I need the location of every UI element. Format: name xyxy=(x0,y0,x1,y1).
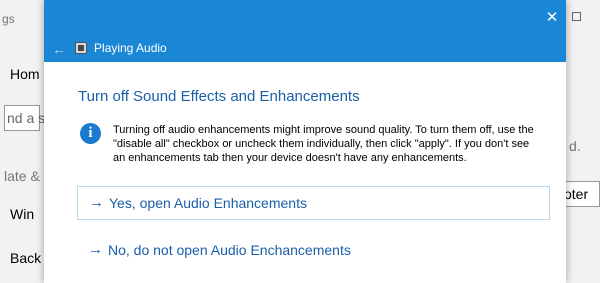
background-content-field-value: oter xyxy=(564,186,589,202)
option-no-do-not-open[interactable]: → No, do not open Audio Enchancements xyxy=(77,234,550,268)
background-nav-pane: gs Hom nd a s late & Win Back xyxy=(0,0,45,283)
option-yes-open-enhancements[interactable]: → Yes, open Audio Enhancements xyxy=(77,186,550,220)
right-arrow-icon: → xyxy=(89,194,104,211)
info-message: Turning off audio enhancements might imp… xyxy=(113,124,534,164)
background-content-pane: d. xyxy=(566,0,600,283)
playing-audio-dialog: ✕ ← Playing Audio Turn off Sound Effects… xyxy=(44,0,566,283)
dialog-heading: Turn off Sound Effects and Enhancements xyxy=(78,88,360,105)
troubleshooter-app-icon xyxy=(75,42,87,54)
nav-item-home[interactable]: Hom xyxy=(10,66,40,82)
option-label: No, do not open Audio Enchancements xyxy=(108,242,351,258)
background-search-placeholder: nd a s xyxy=(7,110,46,126)
info-icon: i xyxy=(80,123,101,144)
option-label: Yes, open Audio Enhancements xyxy=(109,195,307,211)
background-search-input[interactable]: nd a s xyxy=(4,105,45,131)
dialog-title: Playing Audio xyxy=(94,41,167,55)
background-title-fragment: gs xyxy=(2,12,15,26)
right-arrow-icon: → xyxy=(88,241,103,258)
nav-item-windows[interactable]: Win xyxy=(10,206,34,222)
dialog-header-row: ← Playing Audio xyxy=(44,36,566,62)
close-icon[interactable]: ✕ xyxy=(544,10,560,26)
back-arrow-icon[interactable]: ← xyxy=(52,42,66,56)
background-section-heading: late & xyxy=(4,168,40,184)
nav-item-backup[interactable]: Back xyxy=(10,250,41,266)
background-content-field[interactable]: oter xyxy=(560,181,600,207)
dialog-content: Turn off Sound Effects and Enhancements … xyxy=(44,62,566,283)
maximize-icon[interactable] xyxy=(572,12,581,21)
background-content-text: d. xyxy=(569,138,581,154)
